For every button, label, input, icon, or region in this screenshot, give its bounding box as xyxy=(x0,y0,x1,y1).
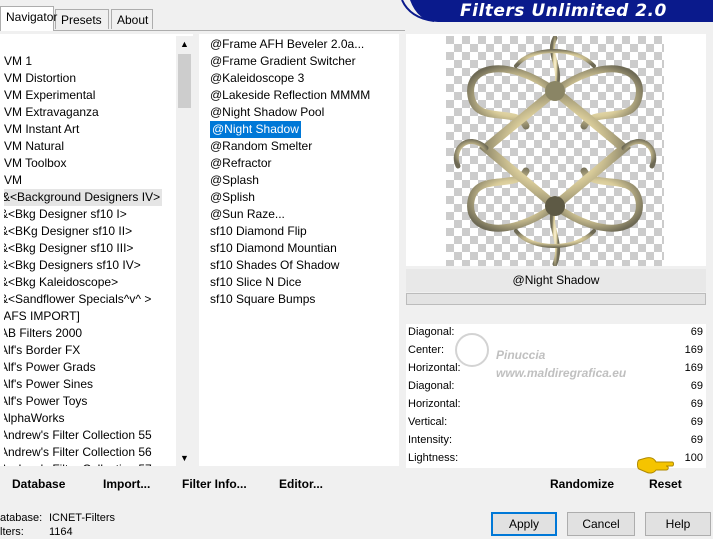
category-item[interactable]: VM 1 xyxy=(4,53,32,70)
filter-item[interactable]: @Random Smelter xyxy=(210,138,312,155)
parameter-label: Horizontal: xyxy=(408,398,461,410)
filter-item[interactable]: @Kaleidoscope 3 xyxy=(210,70,304,87)
category-item[interactable]: Andrew's Filter Collection 57 xyxy=(4,461,152,466)
filter-item[interactable]: @Night Shadow xyxy=(210,121,301,138)
scroll-down-icon[interactable]: ▼ xyxy=(176,450,193,466)
database-label: atabase: xyxy=(0,512,43,524)
category-item[interactable]: Andrew's Filter Collection 55 xyxy=(4,427,152,444)
parameter-label: Lightness: xyxy=(408,452,459,464)
category-item[interactable]: VM Extravaganza xyxy=(4,104,99,121)
category-item[interactable]: &<Bkg Kaleidoscope> xyxy=(4,274,118,291)
filter-item[interactable]: sf10 Slice N Dice xyxy=(210,274,301,291)
category-item[interactable]: &<Bkg Designers sf10 IV> xyxy=(4,257,141,274)
import-button[interactable]: Import... xyxy=(103,476,150,492)
parameter-value: 69 xyxy=(690,380,703,392)
filters-count-value: 1164 xyxy=(49,526,73,538)
database-button[interactable]: Database xyxy=(12,476,65,492)
category-item[interactable]: Alf's Border FX xyxy=(4,342,80,359)
parameter-label: Diagonal: xyxy=(408,380,455,392)
database-value: ICNET-Filters xyxy=(49,512,115,524)
category-scrollbar[interactable]: ▲ ▼ xyxy=(176,36,193,466)
scroll-thumb[interactable] xyxy=(178,54,191,108)
pointing-hand-icon xyxy=(637,457,674,474)
category-item[interactable]: Andrew's Filter Collection 56 xyxy=(4,444,152,461)
category-item[interactable]: VM Toolbox xyxy=(4,155,66,172)
tab-presets[interactable]: Presets xyxy=(55,9,109,29)
reset-button[interactable]: Reset xyxy=(649,476,682,492)
category-item[interactable]: &<BKg Designer sf10 II> xyxy=(4,223,132,240)
filter-item[interactable]: @Refractor xyxy=(210,155,272,172)
category-item[interactable]: AB Filters 2000 xyxy=(4,325,82,342)
tab-about[interactable]: About xyxy=(111,9,153,29)
category-item[interactable]: VM Distortion xyxy=(4,70,76,87)
filter-item[interactable]: sf10 Diamond Flip xyxy=(210,223,307,240)
app-title: Filters Unlimited 2.0 xyxy=(460,1,667,21)
filter-item[interactable]: sf10 Square Bumps xyxy=(210,291,315,308)
category-item[interactable]: &<Bkg Designer sf10 I> xyxy=(4,206,127,223)
parameter-value: 69 xyxy=(690,398,703,410)
parameter-label: Vertical: xyxy=(408,416,448,428)
filter-item[interactable]: @Frame AFH Beveler 2.0a... xyxy=(210,36,364,53)
category-item[interactable]: Alf's Power Grads xyxy=(4,359,96,376)
category-item[interactable]: VM Instant Art xyxy=(4,121,79,138)
watermark-logo-icon xyxy=(455,333,489,367)
preview-image xyxy=(446,36,664,266)
parameter-value: 69 xyxy=(690,434,703,446)
category-list-items: VM 1 VM Distortion VM Experimental VM Extra… xyxy=(4,53,174,466)
randomize-button[interactable]: Randomize xyxy=(550,476,614,492)
parameter-value: 169 xyxy=(684,344,703,356)
watermark-url: www.maldiregrafica.eu xyxy=(496,366,627,380)
filters-count-label: lters: xyxy=(0,526,24,538)
filter-list-items: @Frame AFH Beveler 2.0a... @Frame Gradien… xyxy=(210,36,395,336)
filter-info-button[interactable]: Filter Info... xyxy=(182,476,247,492)
editor-button[interactable]: Editor... xyxy=(279,476,323,492)
category-item[interactable]: &<Bkg Designer sf10 III> xyxy=(4,240,133,257)
filter-item[interactable]: @Splash xyxy=(210,172,259,189)
help-button[interactable]: Help xyxy=(645,512,711,536)
category-item[interactable]: AlphaWorks xyxy=(4,410,64,427)
category-item[interactable]: Alf's Power Sines xyxy=(4,376,93,393)
parameter-label: Diagonal: xyxy=(408,326,455,338)
category-item[interactable]: [AFS IMPORT] xyxy=(4,308,80,325)
filter-item[interactable]: @Frame Gradient Switcher xyxy=(210,53,356,70)
parameter-value: 69 xyxy=(690,416,703,428)
filter-item[interactable]: sf10 Shades Of Shadow xyxy=(210,257,339,274)
parameter-label: Center: xyxy=(408,344,445,356)
scroll-up-icon[interactable]: ▲ xyxy=(176,36,193,52)
category-item[interactable]: &<Sandflower Specials^v^ > xyxy=(4,291,151,308)
category-item[interactable]: Alf's Power Toys xyxy=(4,393,87,410)
parameter-label: Horizontal: xyxy=(408,362,461,374)
parameter-label: Intensity: xyxy=(408,434,453,446)
category-item[interactable]: &<Background Designers IV> xyxy=(4,189,163,206)
filter-item[interactable]: @Night Shadow Pool xyxy=(210,104,324,121)
watermark-name: Pinuccia xyxy=(496,348,546,362)
parameter-value: 169 xyxy=(684,362,703,374)
preview-filter-name: @Night Shadow xyxy=(406,269,706,292)
parameter-value: 69 xyxy=(690,326,703,338)
cancel-button[interactable]: Cancel xyxy=(567,512,635,536)
category-item[interactable]: VM Natural xyxy=(4,138,64,155)
apply-button[interactable]: Apply xyxy=(491,512,557,536)
filter-item[interactable]: sf10 Diamond Mountian xyxy=(210,240,337,257)
category-item[interactable]: VM Experimental xyxy=(4,87,95,104)
filter-item[interactable]: @Sun Raze... xyxy=(210,206,285,223)
filter-item[interactable]: @Lakeside Reflection MMMM xyxy=(210,87,370,104)
category-item[interactable]: VM xyxy=(4,172,22,189)
filter-item[interactable]: @Splish xyxy=(210,189,255,206)
progress-bar xyxy=(406,293,706,305)
tab-baseline xyxy=(0,30,405,31)
tab-navigator[interactable]: Navigator xyxy=(0,6,57,31)
